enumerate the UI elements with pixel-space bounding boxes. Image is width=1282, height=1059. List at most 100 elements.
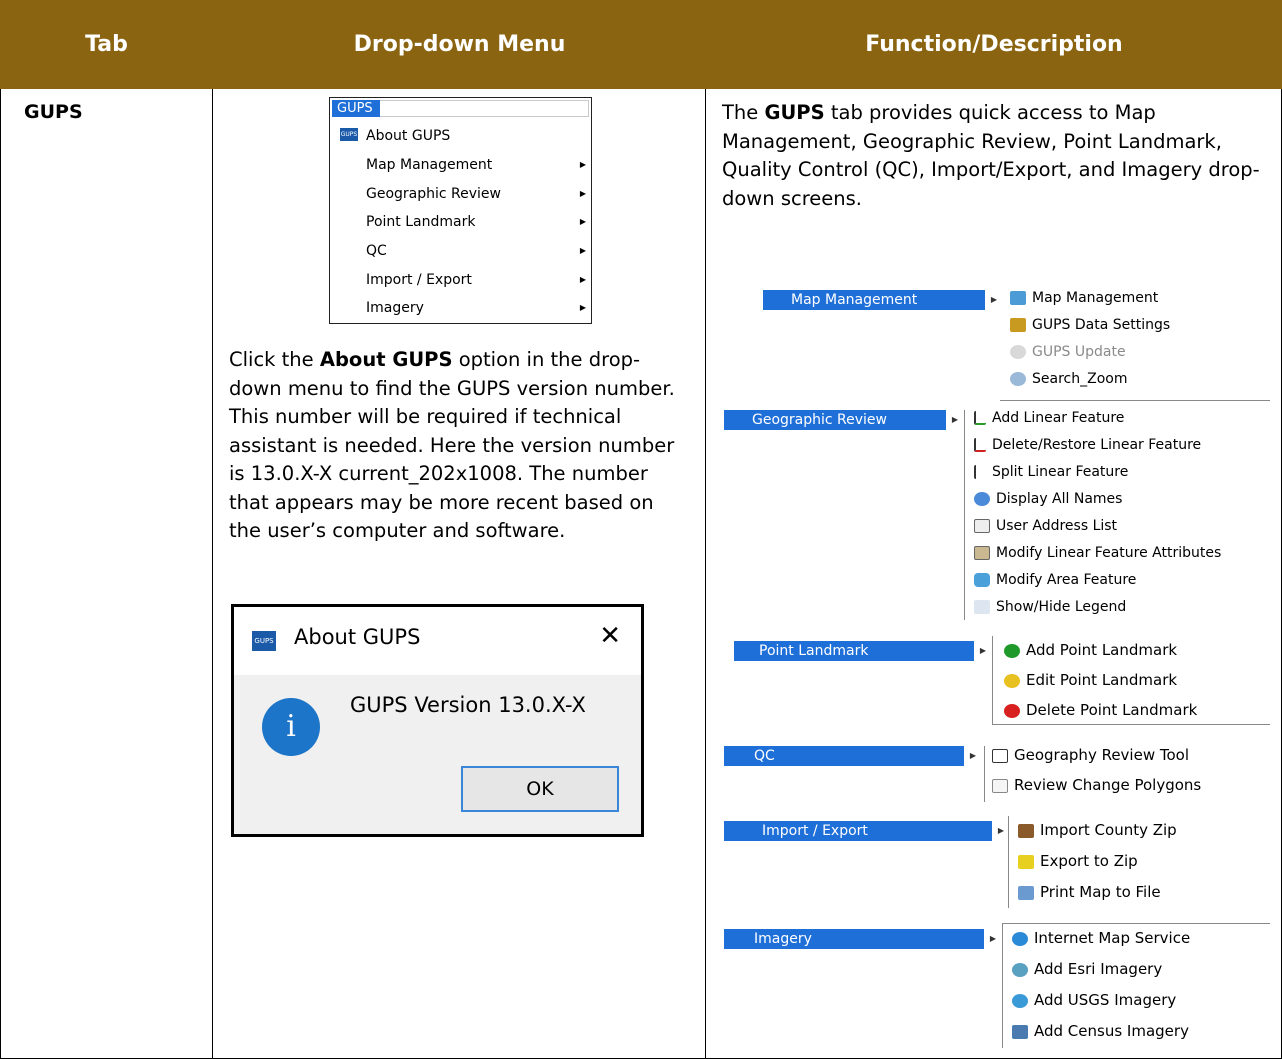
menu-item-label: GUPS Data Settings [1032, 317, 1171, 333]
menu-item-gups-update[interactable]: GUPS Update [1010, 344, 1126, 360]
chevron-right-icon: ▶ [579, 217, 586, 226]
menu-item-label: Modify Area Feature [996, 572, 1137, 588]
chevron-right-icon: ▶ [985, 290, 1003, 310]
submenu-header-map-management[interactable]: Map Management ▶ [763, 290, 1003, 310]
menu-item-label: Add USGS Imagery [1034, 991, 1177, 1009]
dropdown-item-label: Imagery [366, 300, 424, 316]
add-point-icon [1004, 643, 1020, 658]
submenu-divider [1002, 923, 1270, 924]
add-globe-icon [1012, 993, 1028, 1008]
submenu-header-geographic-review[interactable]: Geographic Review ▶ [724, 410, 964, 430]
submenu-header-qc[interactable]: QC ▶ [724, 746, 982, 766]
dropdown-item-label: Map Management [366, 157, 493, 173]
menu-item-gups-data-settings[interactable]: GUPS Data Settings [1010, 317, 1170, 333]
search-zoom-icon [1010, 372, 1026, 386]
attributes-icon [974, 546, 990, 560]
menu-item-add-usgs-imagery[interactable]: Add USGS Imagery [1012, 991, 1176, 1009]
about-text-before: Click the [229, 348, 320, 371]
review-tool-icon [992, 748, 1008, 763]
dropdown-item-label: QC [366, 243, 387, 259]
export-icon [1018, 854, 1034, 869]
submenu-divider [1000, 400, 1270, 401]
menu-item-label: Split Linear Feature [992, 464, 1129, 480]
menu-item-import-county-zip[interactable]: Import County Zip [1018, 821, 1177, 839]
table-border-left [0, 89, 1, 1059]
submenu-divider [992, 724, 1270, 725]
menu-item-add-point-landmark[interactable]: Add Point Landmark [1004, 641, 1177, 659]
about-gups-dialog: GUPS About GUPS ✕ i GUPS Version 13.0.X-… [231, 604, 644, 837]
menu-item-display-all-names[interactable]: Display All Names [974, 491, 1122, 507]
submenu-header-label: Imagery [754, 931, 812, 947]
menu-item-label: Add Linear Feature [992, 410, 1125, 426]
add-line-icon [974, 411, 986, 425]
menu-item-modify-linear-feature-attributes[interactable]: Modify Linear Feature Attributes [974, 545, 1221, 561]
menu-item-label: Delete Point Landmark [1026, 701, 1198, 719]
chevron-right-icon: ▶ [579, 303, 586, 312]
ok-button[interactable]: OK [461, 766, 619, 812]
menu-item-user-address-list[interactable]: User Address List [974, 518, 1117, 534]
menu-item-label: Delete/Restore Linear Feature [992, 437, 1202, 453]
menu-item-export-to-zip[interactable]: Export to Zip [1018, 852, 1138, 870]
menu-item-add-census-imagery[interactable]: Add Census Imagery [1012, 1022, 1189, 1040]
header-function-description: Function/Description [706, 0, 1282, 89]
header-dropdown-menu: Drop-down Menu [213, 0, 706, 89]
menu-item-print-map-to-file[interactable]: Print Map to File [1018, 883, 1161, 901]
about-instructions: Click the About GUPS option in the drop-… [229, 346, 691, 546]
dropdown-item-label: Point Landmark [366, 214, 476, 230]
submenu-border [1008, 816, 1009, 908]
menu-item-split-linear-feature[interactable]: Split Linear Feature [974, 464, 1128, 480]
dialog-title: About GUPS [294, 625, 421, 649]
description-bold: GUPS [764, 101, 825, 124]
menu-item-edit-point-landmark[interactable]: Edit Point Landmark [1004, 671, 1177, 689]
about-text-bold: About GUPS [319, 348, 453, 371]
menu-item-search-zoom[interactable]: Search_Zoom [1010, 371, 1127, 387]
menu-item-delete-restore-linear-feature[interactable]: Delete/Restore Linear Feature [974, 437, 1201, 453]
menu-item-label: Geography Review Tool [1014, 746, 1190, 764]
menu-item-label: Export to Zip [1040, 852, 1138, 870]
submenu-border [1002, 924, 1003, 1048]
dropdown-item-qc[interactable]: QC ▶ [366, 240, 586, 262]
import-icon [1018, 823, 1034, 838]
dropdown-item-imagery[interactable]: Imagery ▶ [366, 297, 586, 319]
menu-item-modify-area-feature[interactable]: Modify Area Feature [974, 572, 1136, 588]
menu-item-geography-review-tool[interactable]: Geography Review Tool [992, 746, 1189, 764]
submenu-header-import-export[interactable]: Import / Export ▶ [724, 821, 1010, 841]
table-divider-2 [705, 89, 706, 1059]
add-globe-icon [1012, 962, 1028, 977]
dropdown-item-about-gups[interactable]: About GUPS [366, 125, 586, 147]
menu-item-label: Review Change Polygons [1014, 776, 1202, 794]
dropdown-item-map-management[interactable]: Map Management ▶ [366, 154, 586, 176]
menu-item-label: Add Esri Imagery [1034, 960, 1163, 978]
menu-item-label: Map Management [1032, 290, 1159, 306]
submenu-header-label: Import / Export [762, 823, 868, 839]
menu-item-map-management[interactable]: Map Management [1010, 290, 1158, 306]
dropdown-title[interactable]: GUPS [332, 100, 380, 117]
menu-item-label: Show/Hide Legend [996, 599, 1127, 615]
settings-folder-icon [1010, 318, 1026, 332]
submenu-header-imagery[interactable]: Imagery ▶ [724, 929, 1002, 949]
dialog-message: GUPS Version 13.0.X-X [350, 693, 586, 717]
dialog-titlebar: GUPS About GUPS ✕ [234, 607, 641, 675]
menu-item-label: Import County Zip [1040, 821, 1177, 839]
legend-icon [974, 600, 990, 614]
menu-item-review-change-polygons[interactable]: Review Change Polygons [992, 776, 1201, 794]
submenu-border [964, 410, 965, 620]
about-text-after: option in the drop-down menu to find the… [229, 348, 675, 542]
dropdown-item-point-landmark[interactable]: Point Landmark ▶ [366, 211, 586, 233]
dropdown-item-label: Geographic Review [366, 186, 501, 202]
chevron-right-icon: ▶ [974, 641, 992, 661]
dropdown-item-geographic-review[interactable]: Geographic Review ▶ [366, 183, 586, 205]
dropdown-item-import-export[interactable]: Import / Export ▶ [366, 269, 586, 291]
menu-item-add-linear-feature[interactable]: Add Linear Feature [974, 410, 1124, 426]
dropdown-item-label: About GUPS [366, 128, 451, 144]
chevron-right-icon: ▶ [946, 410, 964, 430]
menu-item-add-esri-imagery[interactable]: Add Esri Imagery [1012, 960, 1162, 978]
menu-item-delete-point-landmark[interactable]: Delete Point Landmark [1004, 701, 1197, 719]
chevron-right-icon: ▶ [579, 246, 586, 255]
close-icon[interactable]: ✕ [599, 621, 621, 651]
menu-item-label: Add Census Imagery [1034, 1022, 1189, 1040]
menu-item-internet-map-service[interactable]: Internet Map Service [1012, 929, 1190, 947]
submenu-header-point-landmark[interactable]: Point Landmark ▶ [734, 641, 992, 661]
menu-item-show-hide-legend[interactable]: Show/Hide Legend [974, 599, 1126, 615]
submenu-border [992, 636, 993, 725]
